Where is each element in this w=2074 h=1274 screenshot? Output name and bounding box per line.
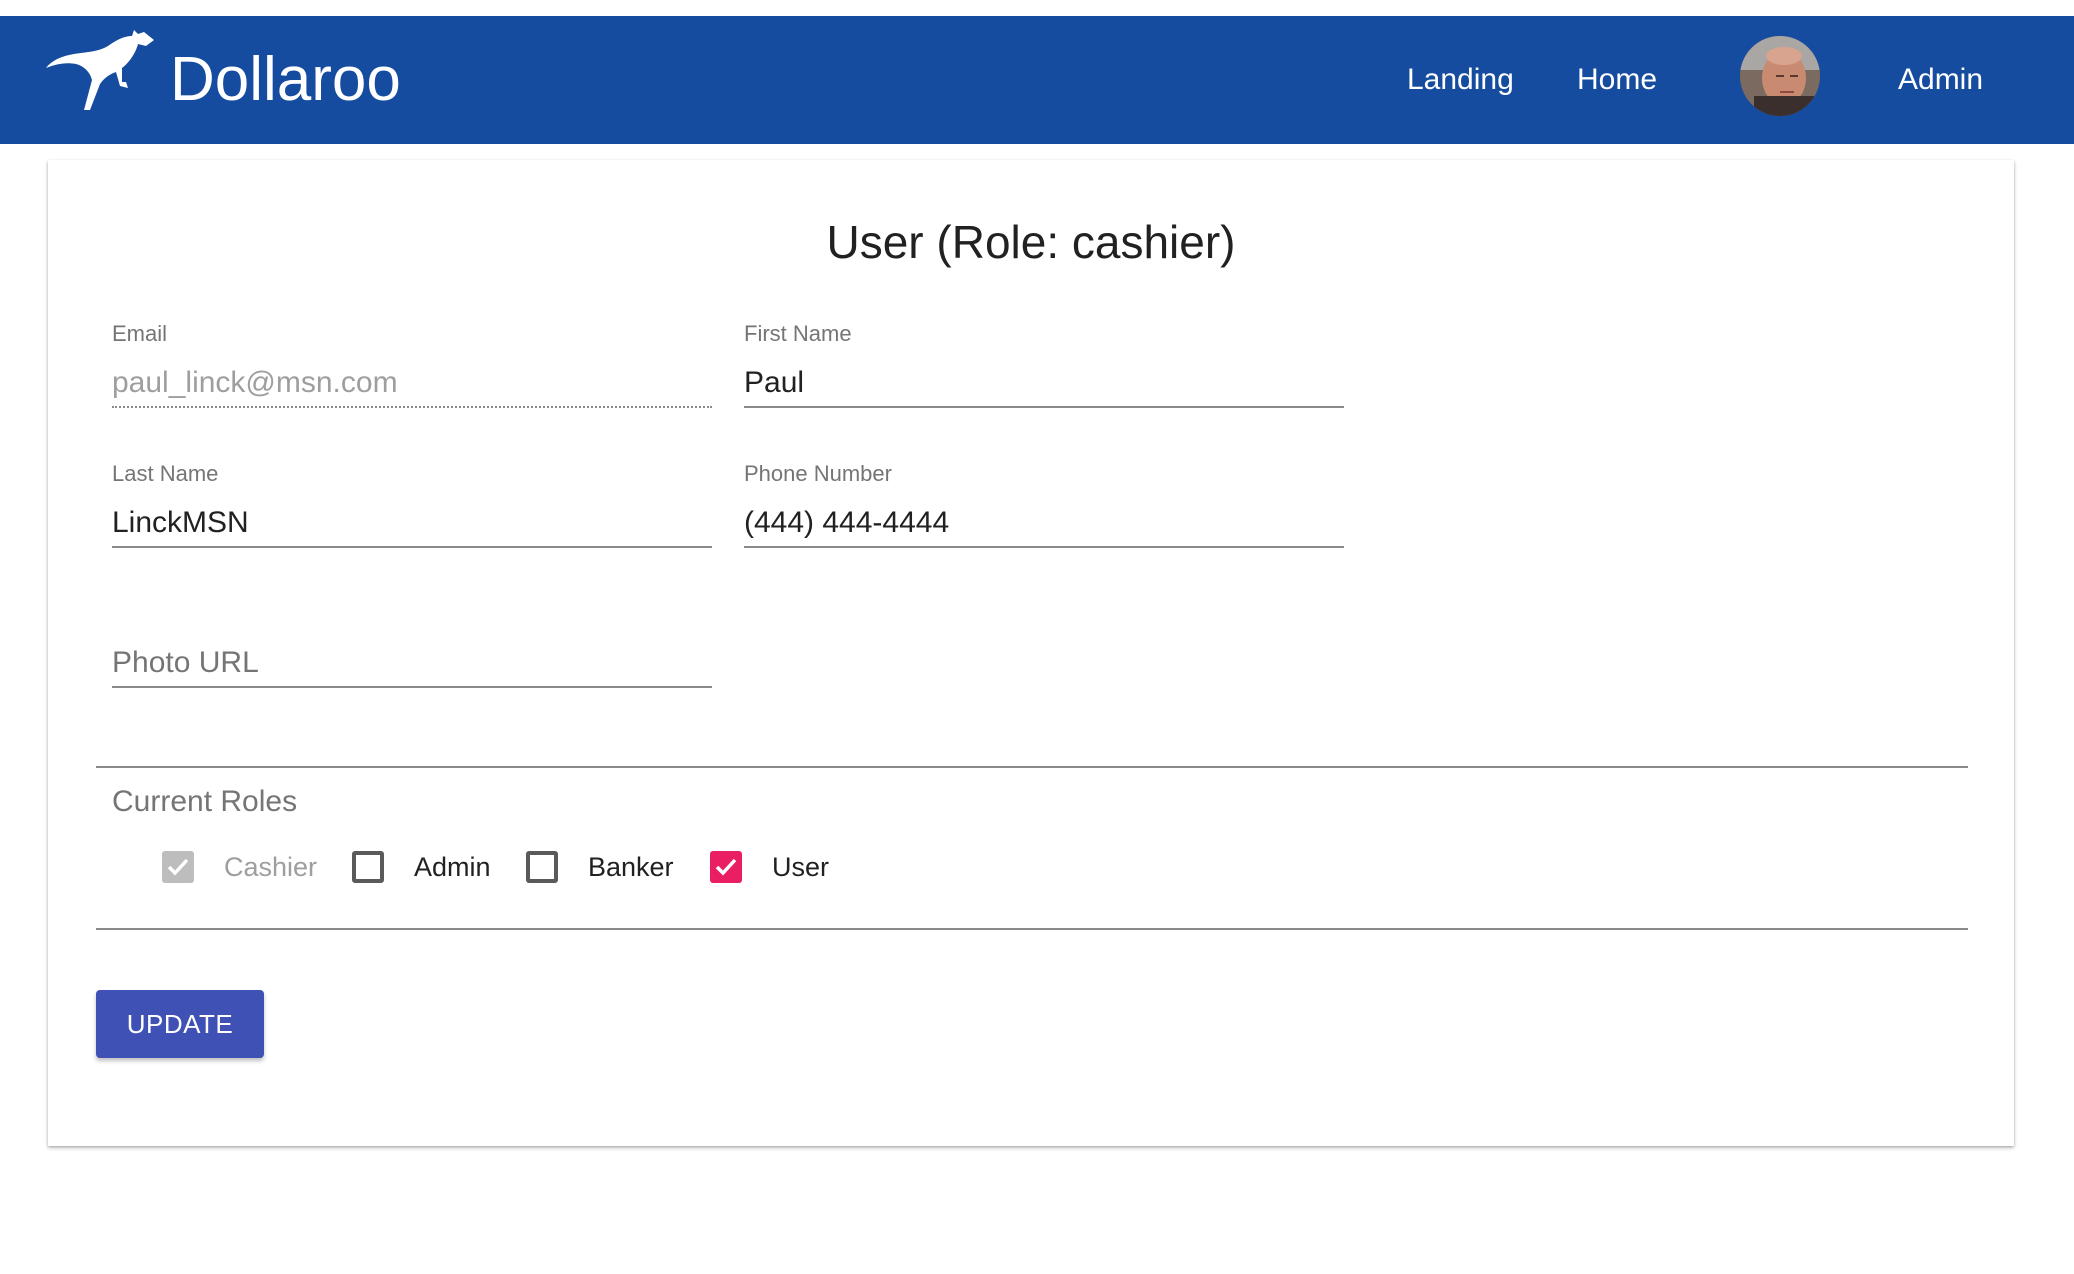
phone-number-input[interactable] (744, 500, 1344, 548)
first-name-label: First Name (744, 321, 852, 346)
banker-checkbox[interactable] (526, 851, 558, 883)
role-cashier: Cashier (162, 844, 317, 890)
cashier-checkbox (162, 851, 194, 883)
email-input (112, 360, 712, 408)
nav-landing[interactable]: Landing (1407, 60, 1514, 100)
photo-url-input[interactable] (112, 640, 712, 688)
user-label[interactable]: User (772, 849, 829, 885)
user-avatar[interactable] (1740, 36, 1820, 116)
phone-number-label: Phone Number (744, 461, 892, 486)
admin-label[interactable]: Admin (414, 849, 491, 885)
brand-name[interactable]: Dollaroo (170, 44, 401, 116)
last-name-label: Last Name (112, 461, 219, 486)
avatar-photo (1740, 36, 1820, 116)
checkmark-icon (167, 858, 189, 876)
email-label: Email (112, 321, 168, 346)
user-checkbox[interactable] (710, 851, 742, 883)
role-user[interactable]: User (710, 844, 829, 890)
user-form-card: User (Role: cashier) Email First Name La… (48, 160, 2014, 1146)
nav-home[interactable]: Home (1577, 60, 1657, 100)
update-button[interactable]: UPDATE (96, 990, 264, 1058)
role-admin[interactable]: Admin (352, 844, 491, 890)
current-roles-title: Current Roles (112, 785, 298, 818)
last-name-input[interactable] (112, 500, 712, 548)
cashier-label: Cashier (224, 852, 318, 882)
role-banker[interactable]: Banker (526, 844, 674, 890)
app-bar: Dollaroo Landing Home Admin (0, 16, 2074, 144)
banker-label[interactable]: Banker (588, 849, 674, 885)
admin-checkbox[interactable] (352, 851, 384, 883)
checkmark-icon (715, 858, 737, 876)
page-title: User (Role: cashier) (826, 216, 1236, 268)
first-name-input[interactable] (744, 360, 1344, 408)
nav-admin[interactable]: Admin (1898, 60, 1983, 100)
top-strip (0, 0, 2074, 16)
kangaroo-logo-icon[interactable] (46, 28, 160, 112)
current-roles-section: Current Roles Cashier Admin Banker User (96, 766, 1968, 930)
